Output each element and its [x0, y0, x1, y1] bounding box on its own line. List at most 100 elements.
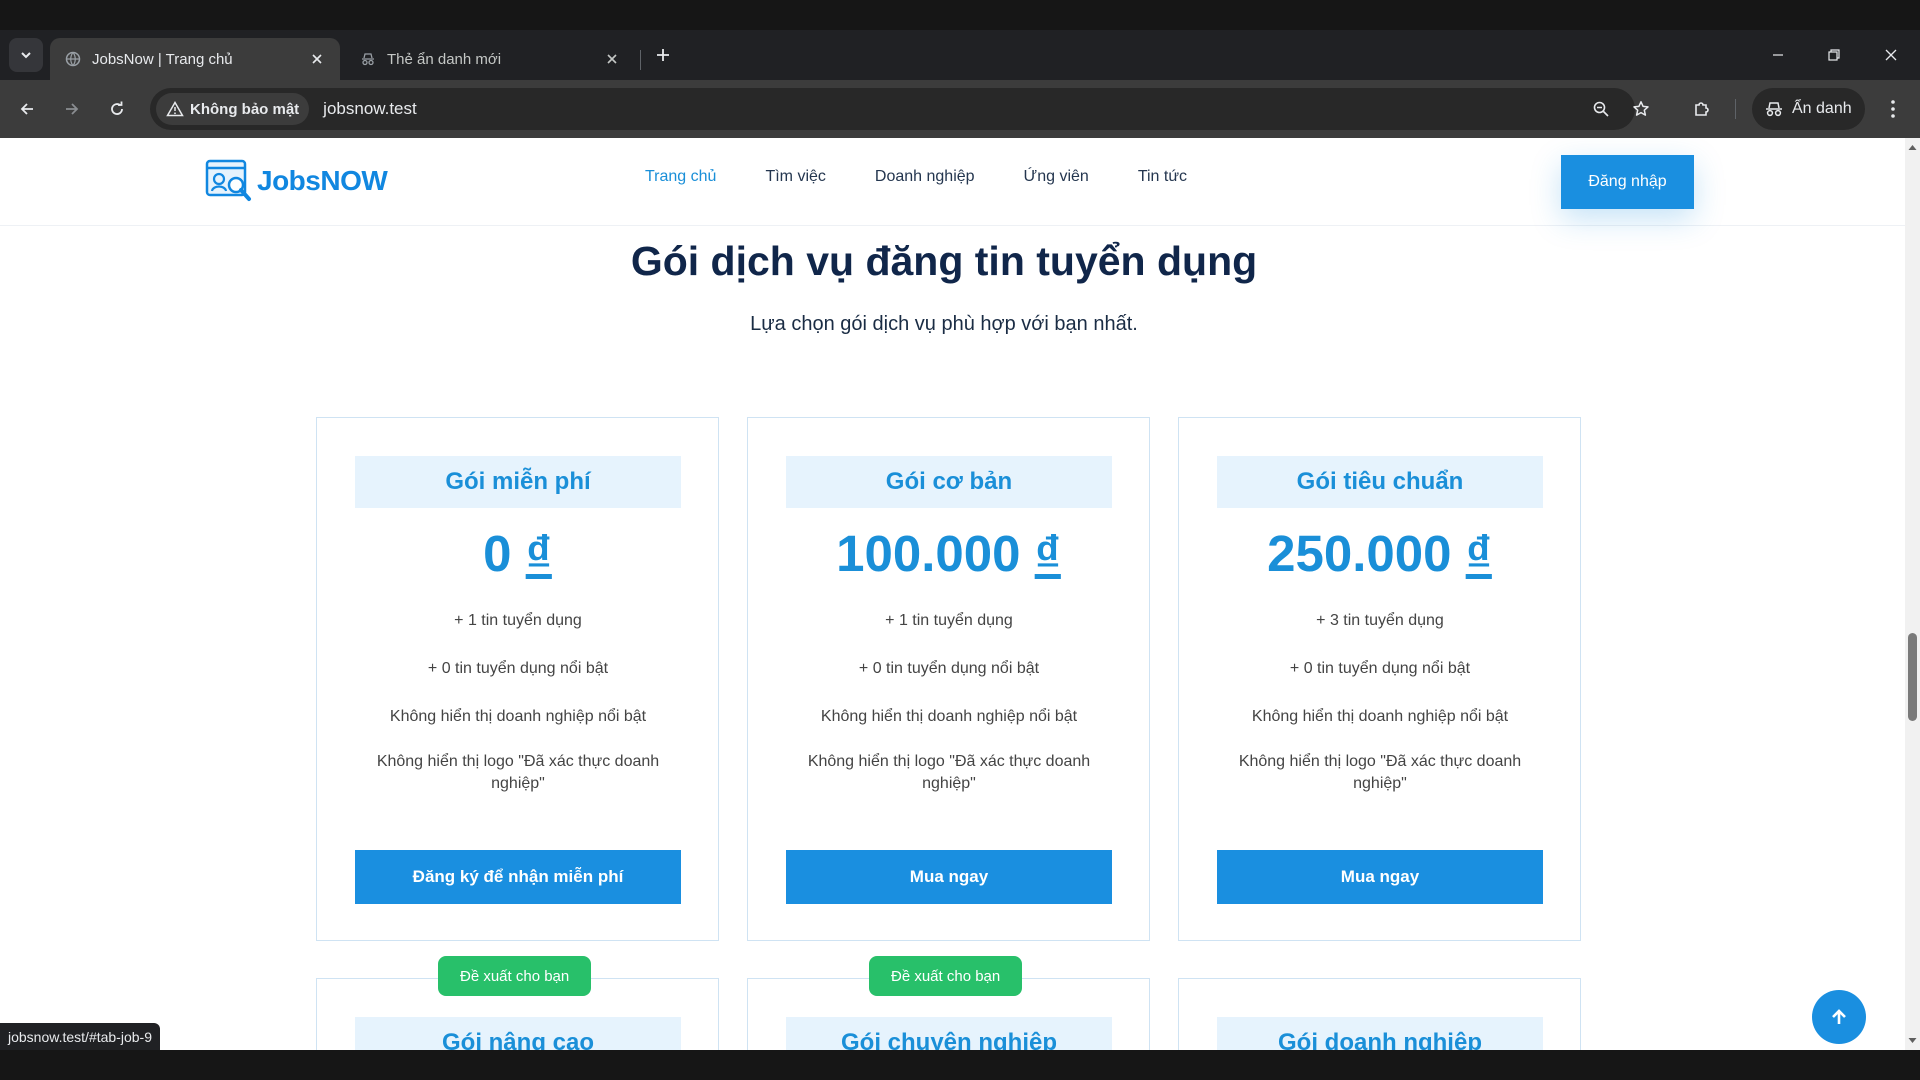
plan-name: Gói nâng cao — [355, 1017, 681, 1050]
browser-toolbar: Không bảo mật jobsnow.test Ẩn danh — [0, 80, 1920, 138]
minimize-button[interactable] — [1758, 40, 1798, 70]
buy-now-button[interactable]: Mua ngay — [1217, 850, 1543, 904]
profile-label: Ẩn danh — [1792, 100, 1852, 117]
nav-home[interactable]: Trang chủ — [645, 168, 716, 186]
plan-feature: + 0 tin tuyển dụng nổi bật — [1289, 660, 1471, 677]
plan-card-free: Gói miễn phí 0 ₫ + 1 tin tuyển dụng + 0 … — [316, 417, 719, 941]
plan-feature: + 3 tin tuyển dụng — [1316, 612, 1444, 629]
plan-name: Gói miễn phí — [355, 456, 681, 508]
section-subtitle: Lựa chọn gói dịch vụ phù hợp với bạn nhấ… — [750, 313, 1138, 335]
tab-search-button[interactable] — [9, 38, 43, 72]
zoom-button[interactable] — [1585, 93, 1617, 125]
arrow-right-icon — [66, 103, 79, 115]
globe-icon — [64, 50, 82, 68]
back-to-top-button[interactable] — [1812, 990, 1866, 1044]
restore-icon — [1828, 49, 1840, 61]
price-amount: 0 — [483, 525, 512, 582]
tab-title: Thẻ ẩn danh mới — [387, 50, 502, 68]
bookmark-button[interactable] — [1625, 93, 1657, 125]
reload-icon — [111, 101, 123, 115]
status-bar-url: jobsnow.test/#tab-job-9 — [0, 1023, 160, 1050]
currency-symbol: ₫ — [1034, 525, 1061, 582]
plan-feature: Không hiển thị doanh nghiệp nổi bật — [389, 708, 647, 725]
scroll-thumb[interactable] — [1908, 633, 1917, 721]
plan-feature: + 1 tin tuyển dụng — [454, 612, 582, 629]
menu-button[interactable] — [1877, 93, 1909, 125]
logo-text: JobsNOW — [257, 165, 388, 196]
nav-jobs[interactable]: Tìm việc — [765, 168, 825, 186]
plan-card-standard: Gói tiêu chuẩn 250.000 ₫ + 3 tin tuyển d… — [1178, 417, 1581, 941]
nav-candidates[interactable]: Ứng viên — [1024, 168, 1089, 186]
plan-name: Gói doanh nghiệp — [1217, 1017, 1543, 1050]
price-amount: 250.000 — [1267, 525, 1452, 582]
back-button[interactable] — [11, 93, 43, 125]
address-bar[interactable]: Không bảo mật jobsnow.test — [150, 88, 1649, 130]
logo-icon — [205, 159, 251, 201]
plan-feature: Không hiển thị doanh nghiệp nổi bật — [820, 708, 1078, 725]
close-icon[interactable] — [308, 50, 326, 68]
site-logo[interactable]: JobsNOW — [205, 158, 388, 204]
currency-symbol: ₫ — [1465, 525, 1492, 582]
top-strip — [0, 0, 1920, 30]
nav-news[interactable]: Tin tức — [1138, 168, 1187, 186]
recommended-badge: Đề xuất cho bạn — [869, 956, 1023, 996]
scroll-down-icon[interactable] — [1908, 1037, 1917, 1044]
more-vertical-icon — [1891, 100, 1895, 118]
plan-card-basic: Gói cơ bản 100.000 ₫ + 1 tin tuyển dụng … — [747, 417, 1150, 941]
tab-title: JobsNow | Trang chủ — [92, 50, 233, 68]
plan-feature: + 0 tin tuyển dụng nổi bật — [427, 660, 609, 677]
plan-price: 250.000 ₫ — [1179, 524, 1580, 583]
login-button[interactable]: Đăng nhập — [1561, 155, 1694, 209]
puzzle-icon — [1695, 102, 1709, 116]
arrow-left-icon — [20, 103, 33, 115]
close-icon[interactable] — [603, 50, 621, 68]
plan-name: Gói tiêu chuẩn — [1217, 456, 1543, 508]
register-free-button[interactable]: Đăng ký để nhận miễn phí — [355, 850, 681, 904]
plan-name: Gói chuyên nghiệp — [786, 1017, 1112, 1050]
toolbar-separator — [1735, 99, 1736, 119]
restore-button[interactable] — [1814, 40, 1854, 70]
tab-separator — [640, 50, 641, 70]
close-window-button[interactable] — [1871, 40, 1911, 70]
incognito-profile-button[interactable]: Ẩn danh — [1752, 88, 1865, 130]
extensions-button[interactable] — [1686, 93, 1718, 125]
bottom-strip — [0, 1050, 1920, 1080]
plan-feature: + 1 tin tuyển dụng — [885, 612, 1013, 629]
scroll-up-icon[interactable] — [1908, 144, 1917, 151]
reload-button[interactable] — [101, 93, 133, 125]
nav-companies[interactable]: Doanh nghiệp — [875, 168, 975, 186]
page-scrollbar[interactable] — [1905, 138, 1920, 1050]
price-amount: 100.000 — [836, 525, 1021, 582]
forward-button[interactable] — [56, 93, 88, 125]
plan-price: 0 ₫ — [317, 524, 718, 583]
incognito-icon — [359, 50, 377, 68]
currency-symbol: ₫ — [525, 525, 552, 582]
star-icon — [1633, 101, 1649, 116]
zoom-icon — [1593, 101, 1609, 117]
tab-incognito[interactable]: Thẻ ẩn danh mới — [345, 38, 635, 80]
tab-jobsnow[interactable]: JobsNow | Trang chủ — [50, 38, 340, 80]
plan-feature: Không hiển thị logo "Đã xác thực doanh n… — [376, 753, 660, 792]
main-nav: Trang chủ Tìm việc Doanh nghiệp Ứng viên… — [645, 168, 1236, 186]
plan-name: Gói cơ bản — [786, 456, 1112, 508]
chevron-down-icon — [21, 52, 31, 59]
close-icon — [1885, 49, 1897, 61]
plan-card-enterprise: Gói doanh nghiệp — [1178, 978, 1581, 1050]
security-label: Không bảo mật — [190, 100, 300, 118]
site-header: JobsNOW Trang chủ Tìm việc Doanh nghiệp … — [0, 138, 1905, 226]
plan-feature: Không hiển thị doanh nghiệp nổi bật — [1251, 708, 1509, 725]
new-tab-button[interactable] — [650, 42, 676, 68]
buy-now-button[interactable]: Mua ngay — [786, 850, 1112, 904]
security-indicator[interactable]: Không bảo mật — [156, 93, 310, 125]
warning-icon — [166, 101, 184, 117]
tab-bar: JobsNow | Trang chủ Thẻ ẩn danh mới — [0, 30, 1920, 80]
section-title: Gói dịch vụ đăng tin tuyển dụng — [630, 238, 1258, 284]
plan-price: 100.000 ₫ — [748, 524, 1149, 583]
page-viewport: JobsNOW Trang chủ Tìm việc Doanh nghiệp … — [0, 138, 1905, 1050]
plan-feature: Không hiển thị logo "Đã xác thực doanh n… — [1238, 753, 1522, 792]
plan-feature: Không hiển thị logo "Đã xác thực doanh n… — [807, 753, 1091, 792]
url-text[interactable]: jobsnow.test — [323, 99, 417, 119]
recommended-badge: Đề xuất cho bạn — [438, 956, 592, 996]
plus-icon — [657, 49, 669, 61]
minimize-icon — [1773, 54, 1783, 56]
